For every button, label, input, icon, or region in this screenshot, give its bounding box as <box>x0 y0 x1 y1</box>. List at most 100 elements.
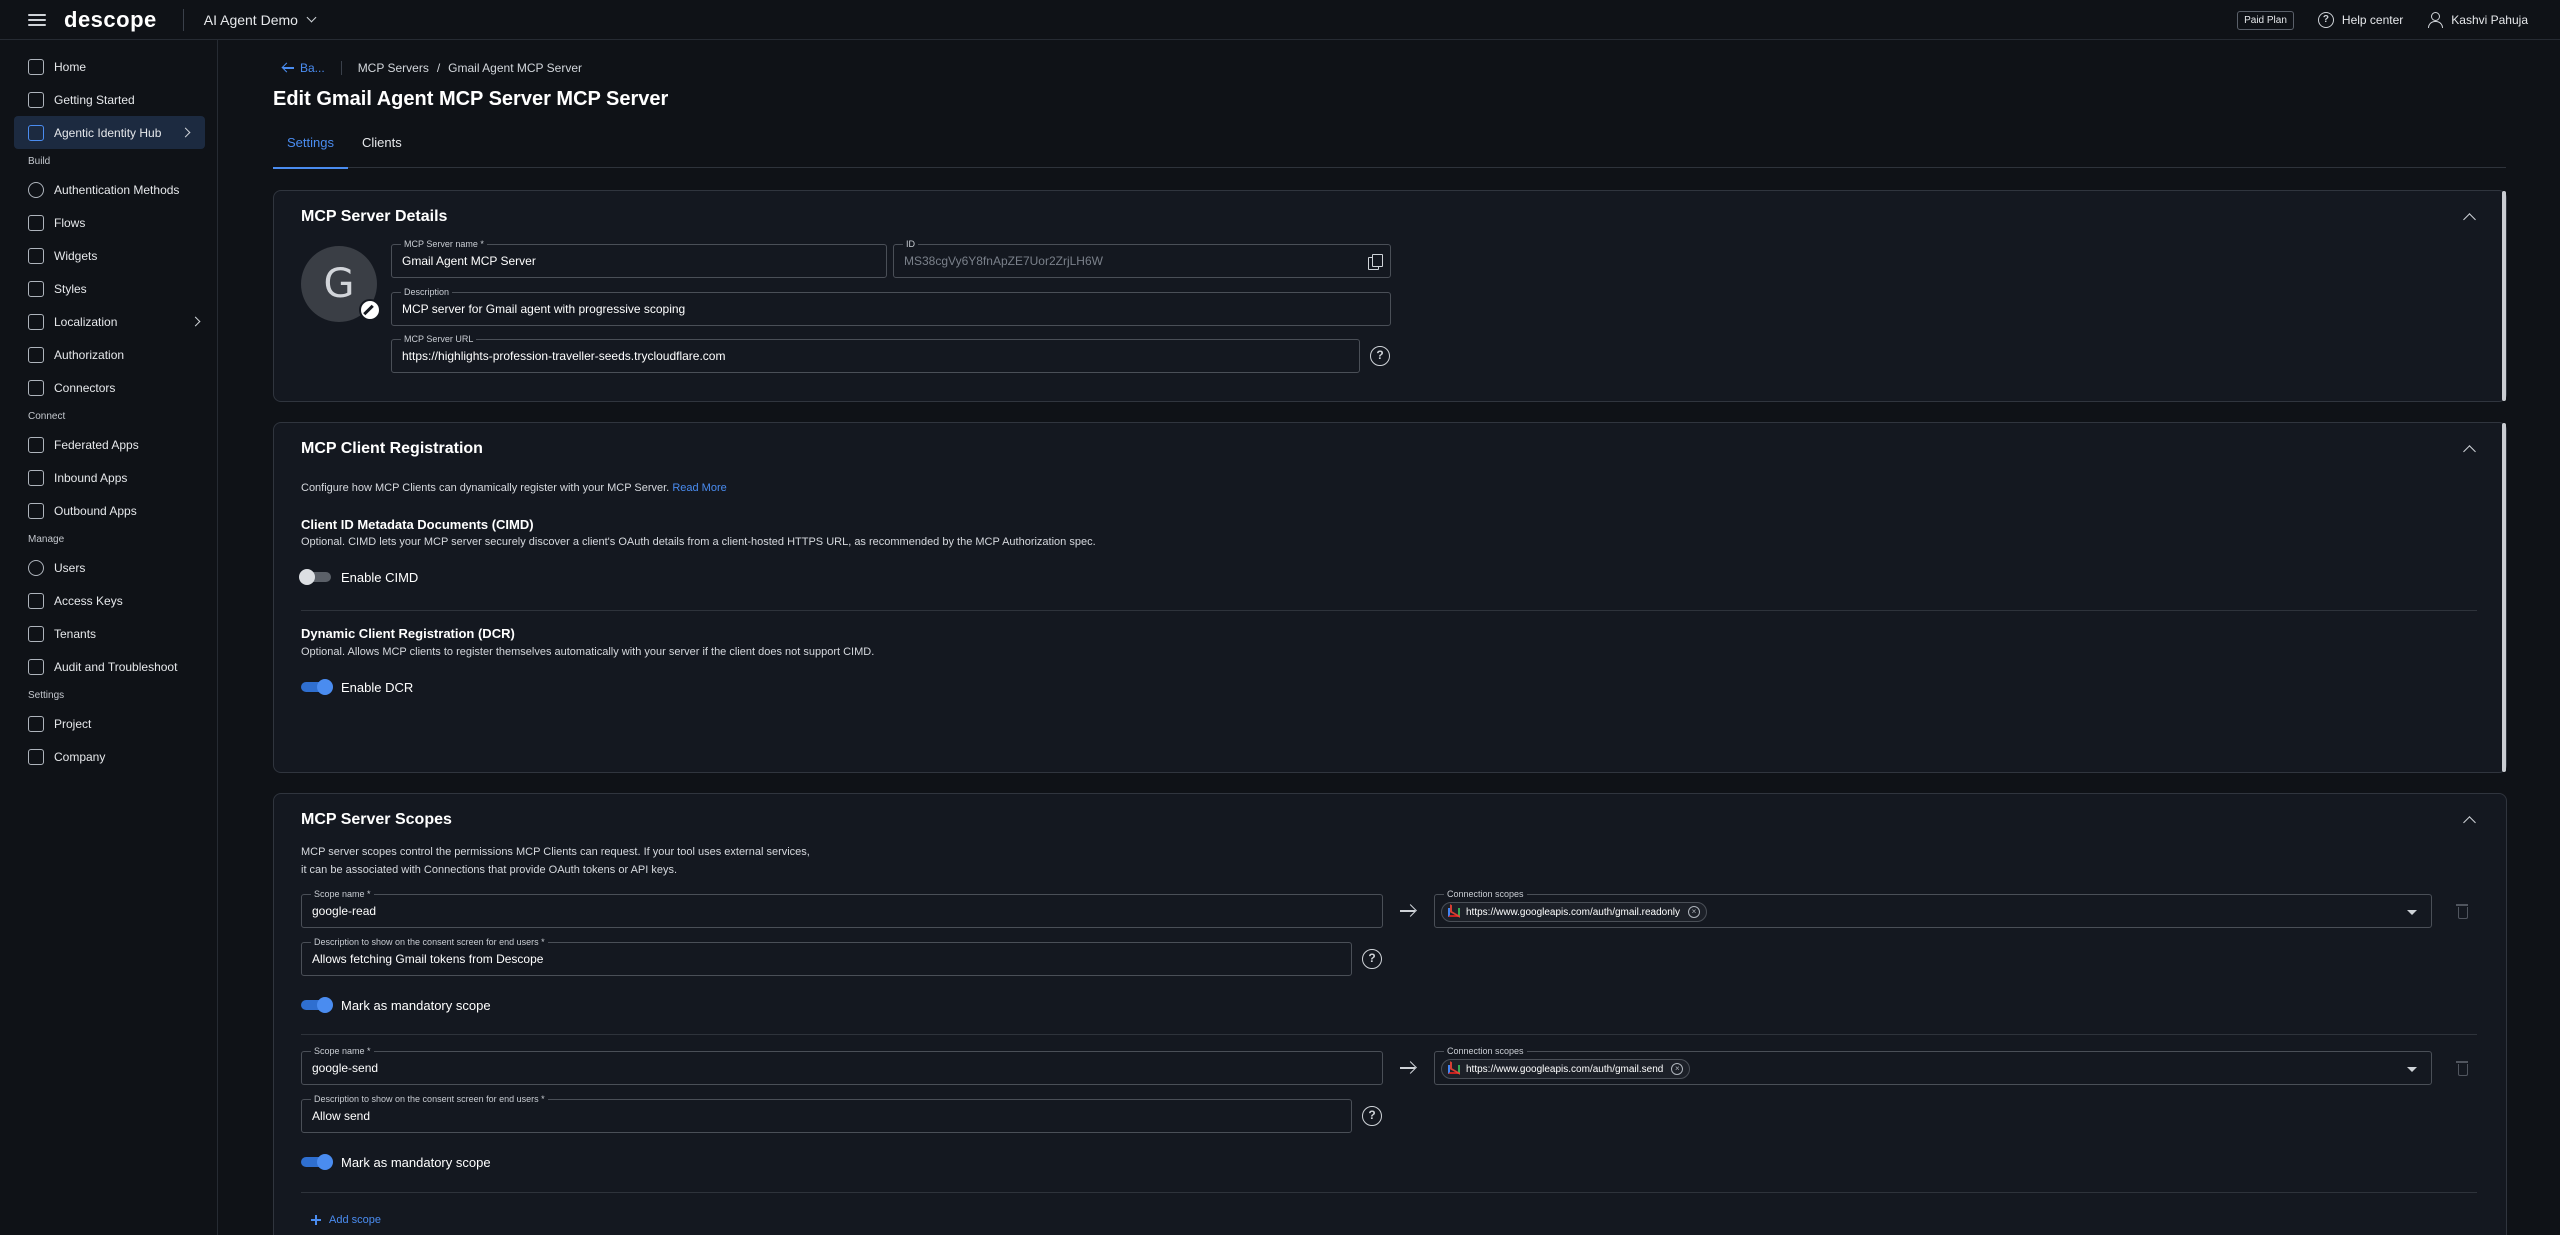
paid-plan-badge[interactable]: Paid Plan <box>2237 10 2294 30</box>
connection-scope-chip[interactable]: https://www.googleapis.com/auth/gmail.re… <box>1441 902 1708 922</box>
add-scope-button[interactable]: Add scope <box>311 1214 381 1226</box>
server-name-field[interactable]: MCP Server name * Gmail Agent MCP Server <box>391 238 887 278</box>
help-icon[interactable]: ? <box>1370 346 1390 366</box>
chevron-up-icon[interactable] <box>2463 445 2476 458</box>
read-more-link[interactable]: Read More <box>672 482 726 494</box>
help-icon: ? <box>2317 12 2334 28</box>
edit-avatar-button[interactable] <box>359 299 381 321</box>
cimd-toggle-label: Enable CIMD <box>341 570 419 585</box>
sidebar-section-manage: Manage <box>28 534 65 545</box>
connection-scope-chip[interactable]: https://www.googleapis.com/auth/gmail.se… <box>1441 1059 1691 1079</box>
user-menu[interactable]: Kashvi Pahuja <box>2427 12 2528 28</box>
mandatory-scope-label: Mark as mandatory scope <box>341 1155 491 1170</box>
user-name: Kashvi Pahuja <box>2451 13 2528 27</box>
mandatory-scope-toggle[interactable] <box>301 997 333 1013</box>
sidebar-item-label: Project <box>54 716 92 731</box>
shield-icon <box>28 346 44 363</box>
description-field[interactable]: Description MCP server for Gmail agent w… <box>391 286 1391 326</box>
sidebar-item-connectors[interactable]: Connectors <box>0 371 217 404</box>
apps-grid-icon <box>28 436 44 453</box>
sidebar-item-widgets[interactable]: Widgets <box>0 239 217 272</box>
field-label: Connection scopes <box>1444 888 1527 900</box>
gmail-icon <box>1448 1064 1460 1074</box>
sidebar-item-home[interactable]: Home <box>0 50 217 83</box>
home-icon <box>28 58 44 75</box>
card-scrollbar[interactable] <box>2502 191 2506 401</box>
user-key-icon <box>28 181 44 198</box>
help-center-link[interactable]: ? Help center <box>2317 12 2403 28</box>
sidebar-item-localization[interactable]: Localization <box>0 305 217 338</box>
sidebar-item-company[interactable]: Company <box>0 740 217 773</box>
connection-scopes-select[interactable]: Connection scopes https://www.googleapis… <box>1434 1045 2432 1085</box>
copy-icon[interactable] <box>1368 254 1383 270</box>
sidebar: Home Getting Started Agentic Identity Hu… <box>0 40 218 1235</box>
scope-description-field[interactable]: Description to show on the consent scree… <box>301 936 1352 976</box>
scope-description-field[interactable]: Description to show on the consent scree… <box>301 1093 1352 1133</box>
sidebar-item-label: Getting Started <box>54 92 135 107</box>
help-icon[interactable]: ? <box>1362 949 1382 969</box>
company-icon <box>28 748 44 765</box>
sidebar-item-agentic-identity-hub[interactable]: Agentic Identity Hub <box>14 116 205 149</box>
chip-label: https://www.googleapis.com/auth/gmail.re… <box>1466 906 1681 918</box>
project-switcher[interactable]: AI Agent Demo <box>204 12 317 28</box>
sidebar-item-users[interactable]: Users <box>0 551 217 584</box>
card-scrollbar[interactable] <box>2502 423 2506 772</box>
breadcrumb-divider <box>340 61 342 75</box>
remove-chip-icon[interactable]: × <box>1688 906 1701 918</box>
sidebar-item-label: Federated Apps <box>54 437 139 452</box>
arrow-right-icon <box>1400 904 1416 918</box>
scopes-intro-line2: it can be associated with Connections th… <box>301 864 678 876</box>
breadcrumb-separator: / <box>436 61 441 75</box>
sidebar-item-label: Agentic Identity Hub <box>54 125 162 140</box>
scope-name-field[interactable]: Scope name * google-send <box>301 1045 1383 1085</box>
server-url-field[interactable]: MCP Server URL https://highlights-profes… <box>391 333 1360 373</box>
cimd-toggle[interactable] <box>299 569 333 585</box>
cimd-title: Client ID Metadata Documents (CIMD) <box>301 517 534 532</box>
tab-clients[interactable]: Clients <box>348 126 416 168</box>
sidebar-section-build: Build <box>28 156 51 167</box>
field-label: Description to show on the consent scree… <box>311 1093 548 1105</box>
sidebar-item-authorization[interactable]: Authorization <box>0 338 217 371</box>
caret-down-icon[interactable] <box>2407 1067 2417 1072</box>
sidebar-item-inbound-apps[interactable]: Inbound Apps <box>0 461 217 494</box>
mandatory-scope-label: Mark as mandatory scope <box>341 998 491 1013</box>
scope-name-field[interactable]: Scope name * google-read <box>301 888 1383 928</box>
mandatory-scope-toggle[interactable] <box>301 1154 333 1170</box>
help-icon[interactable]: ? <box>1362 1106 1382 1126</box>
sidebar-item-access-keys[interactable]: Access Keys <box>0 584 217 617</box>
breadcrumb-parent[interactable]: MCP Servers <box>358 61 429 75</box>
tab-settings[interactable]: Settings <box>273 126 348 169</box>
agent-hub-icon <box>28 124 44 141</box>
delete-scope-icon[interactable] <box>2456 903 2468 919</box>
connection-scopes-select[interactable]: Connection scopes https://www.googleapis… <box>1434 888 2432 928</box>
dcr-toggle[interactable] <box>301 679 333 695</box>
chevron-up-icon[interactable] <box>2463 213 2476 226</box>
brush-icon <box>28 280 44 297</box>
menu-icon[interactable] <box>28 13 46 26</box>
inbound-arrow-icon <box>28 469 44 486</box>
sidebar-item-styles[interactable]: Styles <box>0 272 217 305</box>
descope-logo[interactable]: descope <box>64 7 157 33</box>
sidebar-item-label: Widgets <box>54 248 98 263</box>
field-label: MCP Server name * <box>401 238 487 250</box>
sidebar-item-authentication-methods[interactable]: Authentication Methods <box>0 173 217 206</box>
sidebar-item-audit[interactable]: Audit and Troubleshoot <box>0 650 217 683</box>
caret-down-icon[interactable] <box>2407 910 2417 915</box>
sidebar-item-project[interactable]: Project <box>0 707 217 740</box>
sidebar-item-tenants[interactable]: Tenants <box>0 617 217 650</box>
remove-chip-icon[interactable]: × <box>1671 1063 1684 1075</box>
sidebar-item-federated-apps[interactable]: Federated Apps <box>0 428 217 461</box>
sidebar-section-connect: Connect <box>28 411 66 422</box>
back-button[interactable]: Ba... <box>282 61 325 75</box>
sidebar-item-flows[interactable]: Flows <box>0 206 217 239</box>
field-value: https://highlights-profession-traveller-… <box>402 349 726 363</box>
field-label: Scope name * <box>311 1045 374 1057</box>
server-id-field[interactable]: ID MS38cgVy6Y8fnApZE7Uor2ZrjLH6W <box>893 238 1391 278</box>
chevron-right-icon <box>180 127 191 138</box>
sidebar-item-outbound-apps[interactable]: Outbound Apps <box>0 494 217 527</box>
sidebar-item-label: Authentication Methods <box>54 182 180 197</box>
field-value: Gmail Agent MCP Server <box>402 254 536 268</box>
chevron-up-icon[interactable] <box>2463 816 2476 829</box>
delete-scope-icon[interactable] <box>2456 1060 2468 1076</box>
sidebar-item-getting-started[interactable]: Getting Started <box>0 83 217 116</box>
